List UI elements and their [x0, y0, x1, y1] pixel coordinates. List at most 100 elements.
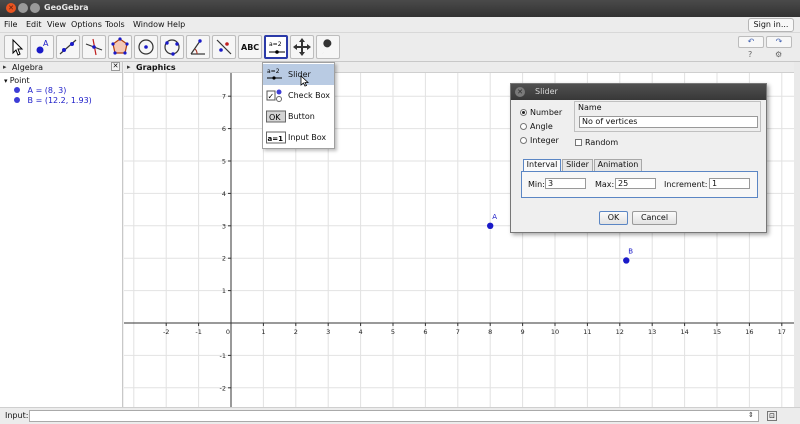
menu-window[interactable]: Window [133, 20, 165, 29]
x-tick-label: 15 [713, 328, 721, 336]
perpendicular-line-icon [85, 38, 103, 56]
redo-button[interactable]: ↷ [766, 36, 792, 48]
move-graphics-tool-button[interactable] [290, 35, 314, 59]
algebra-item-a[interactable]: A = (8, 3) [14, 86, 66, 95]
menu-file[interactable]: File [4, 20, 17, 29]
text-tool-button[interactable]: ABC [238, 35, 262, 59]
point-visibility-icon[interactable] [14, 97, 20, 103]
radio-label: Angle [530, 122, 553, 131]
keyboard-icon[interactable]: ⊡ [767, 411, 777, 421]
ok-button[interactable]: OK [599, 211, 628, 225]
input-dropdown-icon[interactable]: ⇕ [748, 411, 754, 419]
x-tick-label: 16 [745, 328, 753, 336]
x-tick-label: 0 [226, 328, 230, 336]
settings-icon[interactable]: ⚙ [775, 50, 782, 59]
cancel-button[interactable]: Cancel [632, 211, 677, 225]
name-group: Name No of vertices [574, 101, 761, 132]
y-tick-label: 4 [222, 190, 226, 198]
dialog-titlebar[interactable]: ✕ Slider [511, 84, 766, 100]
x-tick-label: 5 [391, 328, 395, 336]
min-input[interactable]: 3 [545, 178, 586, 189]
menu-options[interactable]: Options [71, 20, 102, 29]
radio-integer[interactable]: Integer [520, 136, 559, 145]
x-tick-label: -1 [195, 328, 201, 336]
name-input[interactable]: No of vertices [579, 116, 758, 128]
input-label: Input: [5, 411, 29, 420]
y-tick-label: 2 [222, 255, 226, 263]
close-dialog-button[interactable]: ✕ [515, 87, 525, 97]
properties-tool-button[interactable] [316, 35, 340, 59]
dropdown-item-checkbox[interactable]: ✓ Check Box [263, 85, 334, 106]
radio-label: Number [530, 108, 563, 117]
circle-tool-button[interactable] [134, 35, 158, 59]
undo-button[interactable]: ↶ [738, 36, 764, 48]
increment-label: Increment: [664, 180, 708, 189]
interval-panel: Min: 3 Max: 25 Increment: 1 [521, 171, 758, 198]
y-tick-label: 7 [222, 93, 226, 101]
perpendicular-line-tool-button[interactable] [82, 35, 106, 59]
random-checkbox[interactable]: Random [575, 138, 618, 147]
algebra-panel: ▸ Algebra ✕ ▾ Point A = (8, 3) B = (12.2… [0, 62, 123, 407]
random-label: Random [585, 138, 619, 147]
collapse-triangle-icon[interactable]: ▸ [3, 63, 7, 71]
x-tick-label: 17 [778, 328, 786, 336]
window-titlebar: ✕ GeoGebra [0, 0, 800, 17]
minimize-window-button[interactable] [18, 3, 28, 13]
dropdown-item-button[interactable]: OK Button [263, 106, 334, 127]
point-b [623, 257, 630, 264]
x-tick-label: 14 [680, 328, 688, 336]
polygon-tool-button[interactable] [108, 35, 132, 59]
category-label: Point [9, 76, 30, 85]
tab-slider[interactable]: Slider [562, 159, 593, 171]
radio-angle[interactable]: Angle [520, 122, 553, 131]
sign-in-button[interactable]: Sign in... [748, 18, 794, 32]
max-input[interactable]: 25 [615, 178, 656, 189]
dropdown-item-label: Input Box [288, 133, 327, 142]
algebra-category[interactable]: ▾ Point [4, 76, 30, 85]
right-edge-handle[interactable] [794, 62, 800, 407]
y-tick-label: 6 [222, 125, 226, 133]
input-field[interactable] [29, 410, 759, 422]
close-algebra-button[interactable]: ✕ [111, 62, 120, 71]
line-tool-button[interactable] [56, 35, 80, 59]
angle-tool-button[interactable] [186, 35, 210, 59]
dropdown-item-input-box[interactable]: a=1 Input Box [263, 127, 334, 148]
reflect-tool-button[interactable] [212, 35, 236, 59]
text-tool-label: ABC [241, 43, 260, 52]
checkbox-icon: ✓ [266, 87, 283, 104]
maximize-window-button[interactable] [30, 3, 40, 13]
polygon-icon [111, 37, 129, 55]
dropdown-item-slider[interactable]: a=2 Slider [263, 64, 334, 87]
checkbox-square-icon [575, 139, 582, 146]
slider-tool-button[interactable]: a=2 [264, 35, 288, 59]
point-visibility-icon[interactable] [14, 87, 20, 93]
collapse-triangle-icon[interactable]: ▸ [127, 63, 131, 71]
circle-through-points-tool-button[interactable] [160, 35, 184, 59]
max-label: Max: [595, 180, 615, 189]
menu-bar: File Edit View Options Tools Window Help… [0, 17, 800, 33]
close-window-button[interactable]: ✕ [6, 3, 16, 13]
button-icon: OK [266, 108, 286, 125]
menu-edit[interactable]: Edit [26, 20, 42, 29]
algebra-item-b[interactable]: B = (12.2, 1.93) [14, 96, 92, 105]
y-tick-label: 3 [222, 222, 226, 230]
menu-view[interactable]: View [47, 20, 66, 29]
algebra-item-label: A = (8, 3) [27, 86, 67, 95]
move-tool-button[interactable] [4, 35, 28, 59]
menu-tools[interactable]: Tools [105, 20, 125, 29]
increment-input[interactable]: 1 [709, 178, 750, 189]
tab-interval[interactable]: Interval [523, 159, 561, 171]
menu-help[interactable]: Help [167, 20, 185, 29]
circle-center-icon [138, 39, 154, 55]
window-title: GeoGebra [44, 3, 89, 12]
svg-text:A: A [43, 39, 49, 48]
x-tick-label: 11 [583, 328, 591, 336]
radio-circle-icon [520, 123, 527, 130]
algebra-item-label: B = (12.2, 1.93) [27, 96, 92, 105]
point-tool-button[interactable]: A [30, 35, 54, 59]
help-icon[interactable]: ? [748, 50, 752, 59]
slider-tool-label: a=2 [269, 41, 282, 48]
move-arrows-icon [293, 38, 311, 56]
tab-animation[interactable]: Animation [594, 159, 642, 171]
radio-number[interactable]: Number [520, 108, 562, 117]
